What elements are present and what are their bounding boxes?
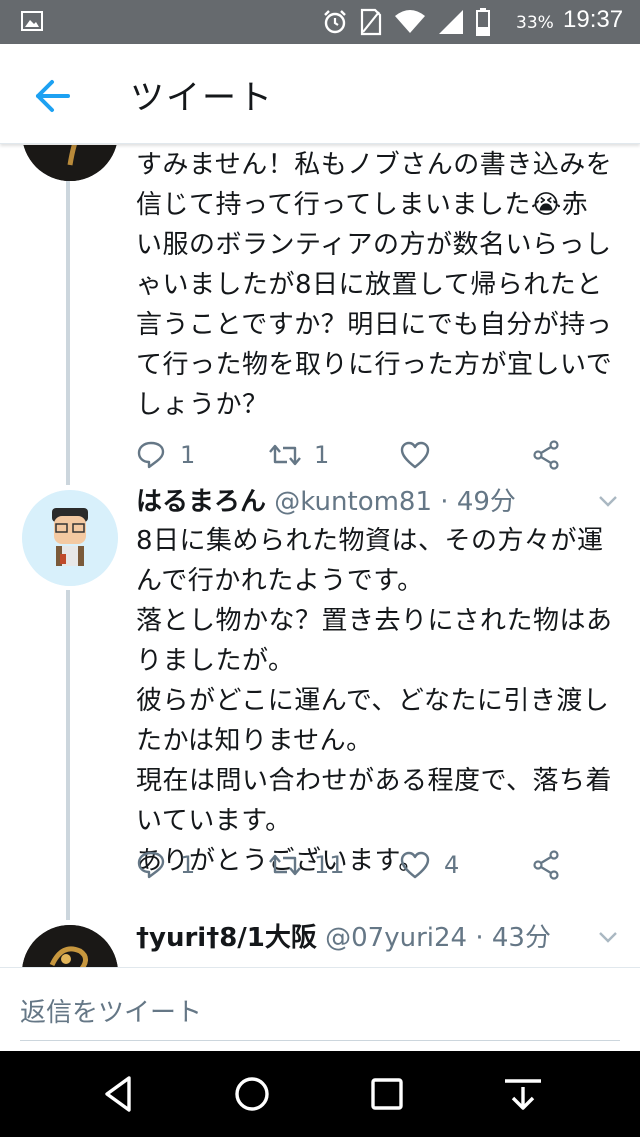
hide-keyboard-icon[interactable]: [500, 1071, 546, 1117]
like-button[interactable]: 4: [400, 851, 532, 879]
retweet-button[interactable]: 11: [268, 851, 400, 879]
avatar-image: [22, 490, 118, 586]
separator: ·: [432, 487, 457, 517]
share-icon: [533, 850, 559, 880]
tweet-header: †yuri†8/1大阪 @07yuri24 · 43分: [136, 921, 620, 955]
recents-square-icon[interactable]: [364, 1071, 410, 1117]
alarm-icon: [324, 10, 346, 34]
display-name[interactable]: はるまろん: [136, 487, 266, 517]
tweet[interactable]: †yuri†8/1大阪 @07yuri24 · 43分: [0, 921, 640, 967]
chevron-down-icon[interactable]: [596, 925, 620, 949]
system-nav-bar: [0, 1051, 640, 1137]
avatar-image: [22, 925, 118, 967]
tweet-actions: 1 11 4: [136, 845, 616, 885]
reply-button[interactable]: 1: [136, 440, 268, 470]
heart-icon: [400, 851, 430, 879]
avatar[interactable]: [22, 145, 118, 181]
battery-icon: [476, 8, 490, 36]
no-sim-icon: [360, 8, 382, 36]
tweet[interactable]: すみません！私もノブさんの書き込みを 信じて持って行ってしまいました😭赤 い服の…: [0, 145, 640, 470]
avatar[interactable]: [22, 490, 118, 586]
status-icons: [322, 7, 490, 37]
tweet[interactable]: はるまろん @kuntom81 · 49分 8日に集められた物資は、その方々が運…: [0, 485, 640, 905]
reply-bar: 返信をツイート: [0, 967, 640, 1051]
handle[interactable]: @kuntom81: [274, 487, 432, 517]
signal-icon: [439, 10, 463, 34]
reply-icon: [137, 441, 165, 469]
app-header: ツイート: [0, 44, 640, 144]
heart-icon: [400, 441, 430, 469]
share-icon: [533, 440, 559, 470]
tweet-header: はるまろん @kuntom81 · 49分: [136, 485, 620, 519]
battery-percent: 33%: [516, 13, 554, 33]
display-name[interactable]: †yuri†8/1大阪: [136, 923, 317, 953]
reply-input-underline: [20, 1040, 620, 1041]
reply-count: 1: [180, 441, 196, 469]
separator: ·: [467, 923, 492, 953]
timestamp[interactable]: 43分: [492, 923, 551, 953]
reply-button[interactable]: 1: [136, 850, 268, 880]
retweet-button[interactable]: 1: [268, 441, 400, 469]
share-button[interactable]: [532, 850, 560, 880]
wifi-icon: [395, 10, 425, 33]
page-title: ツイート: [130, 78, 274, 118]
reply-icon: [137, 851, 165, 879]
reply-count: 1: [180, 851, 196, 879]
tweet-text: すみません！私もノブさんの書き込みを 信じて持って行ってしまいました😭赤 い服の…: [136, 150, 613, 420]
retweet-count: 11: [314, 851, 345, 879]
tweet-text: 8日に集められた物資は、その方々が運 んで行かれたようです。 落とし物かな？置き…: [136, 526, 613, 876]
home-circle-icon[interactable]: [229, 1071, 275, 1117]
avatar[interactable]: [22, 925, 118, 967]
arrow-left-icon[interactable]: [30, 74, 74, 118]
status-bar: 33% 19:37: [0, 0, 640, 44]
like-count: 4: [444, 851, 460, 879]
retweet-icon: [269, 854, 301, 876]
retweet-icon: [269, 444, 301, 466]
tweet-thread[interactable]: すみません！私もノブさんの書き込みを 信じて持って行ってしまいました😭赤 い服の…: [0, 145, 640, 967]
gallery-icon: [21, 11, 43, 31]
back-triangle-icon[interactable]: [96, 1071, 142, 1117]
chevron-down-icon[interactable]: [596, 489, 620, 513]
retweet-count: 1: [314, 441, 330, 469]
handle[interactable]: @07yuri24: [325, 923, 467, 953]
clock: 19:37: [563, 6, 624, 33]
reply-input[interactable]: 返信をツイート: [20, 992, 202, 1029]
timestamp[interactable]: 49分: [457, 487, 516, 517]
avatar-image: [22, 145, 118, 181]
share-button[interactable]: [532, 440, 560, 470]
tweet-actions: 1 1: [136, 435, 616, 475]
like-button[interactable]: [400, 441, 532, 469]
